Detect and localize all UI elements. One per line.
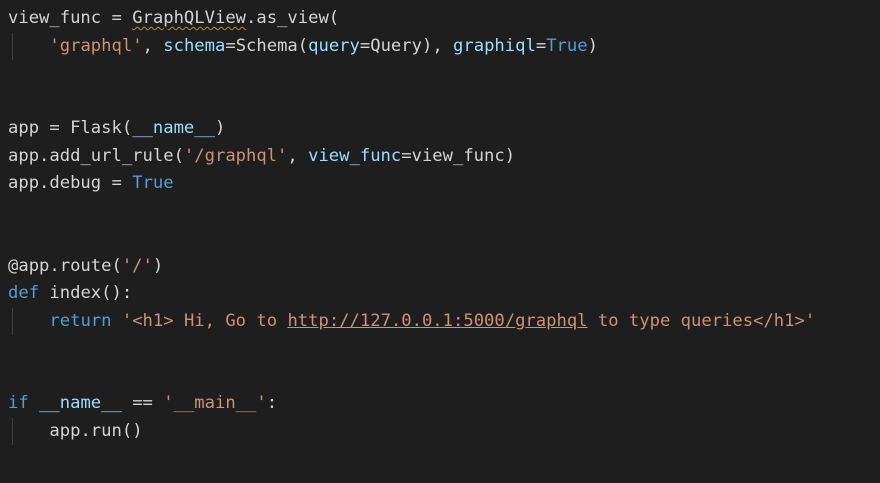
code-token: app.add_url_rule(: [8, 145, 184, 166]
warning-token: GraphQLView: [132, 8, 247, 28]
code-line[interactable]: 'graphql', schema=Schema(query=Query), g…: [8, 33, 598, 60]
code-token: view_func =: [8, 8, 133, 28]
code-token: @app.route(: [8, 255, 122, 276]
code-line[interactable]: @app.route('/'): [8, 253, 163, 280]
code-line[interactable]: app.run(): [8, 418, 143, 445]
parameter-token: schema: [163, 35, 226, 56]
keyword-token: return: [49, 310, 112, 331]
string-token: '<h1> Hi, Go to: [121, 310, 288, 331]
code-token: app = Flask(: [8, 118, 133, 138]
code-token: ): [587, 35, 598, 56]
constant-token: True: [546, 35, 588, 56]
code-line[interactable]: def index():: [8, 280, 132, 307]
code-token: .as_view(: [246, 8, 340, 28]
code-line[interactable]: return '<h1> Hi, Go to http://127.0.0.1:…: [8, 308, 815, 335]
code-line[interactable]: if __name__ == '__main__':: [8, 390, 277, 417]
code-line[interactable]: view_func = GraphQLView.as_view(: [8, 5, 339, 32]
string-token: '/': [121, 255, 153, 276]
code-line[interactable]: app.debug = True: [8, 170, 174, 197]
code-token: index():: [39, 283, 133, 303]
code-editor[interactable]: view_func = GraphQLView.as_view( 'graphq…: [0, 0, 880, 483]
code-token: ==: [121, 393, 164, 413]
code-token: :: [266, 393, 278, 413]
constant-token: True: [132, 173, 174, 193]
code-token: =Schema(: [225, 35, 309, 56]
code-token: ): [214, 118, 226, 138]
code-token: =Query),: [359, 35, 454, 56]
code-line[interactable]: app = Flask(__name__): [8, 115, 225, 142]
keyword-token: def: [8, 283, 40, 303]
parameter-token: graphiql: [453, 35, 536, 56]
dunder-token: __name__: [132, 118, 215, 138]
parameter-token: query: [308, 35, 360, 56]
code-line[interactable]: app.add_url_rule('/graphql', view_func=v…: [8, 143, 515, 170]
string-token: 'graphql': [49, 35, 143, 56]
dunder-token: __name__: [39, 393, 122, 413]
code-token: app.run(): [49, 420, 143, 441]
string-token: '__main__': [163, 393, 267, 413]
string-token: '/graphql': [183, 145, 288, 166]
code-token: =view_func): [401, 145, 516, 166]
code-token: =: [535, 35, 547, 56]
url-link[interactable]: http://127.0.0.1:5000/graphql: [287, 311, 587, 331]
code-token: ): [152, 255, 164, 276]
keyword-token: if: [8, 393, 29, 413]
code-token: app.debug =: [8, 173, 133, 193]
code-token: ,: [287, 145, 309, 166]
string-token: to type queries</h1>': [587, 310, 816, 331]
parameter-token: view_func: [308, 145, 402, 166]
code-token: ,: [142, 35, 164, 56]
